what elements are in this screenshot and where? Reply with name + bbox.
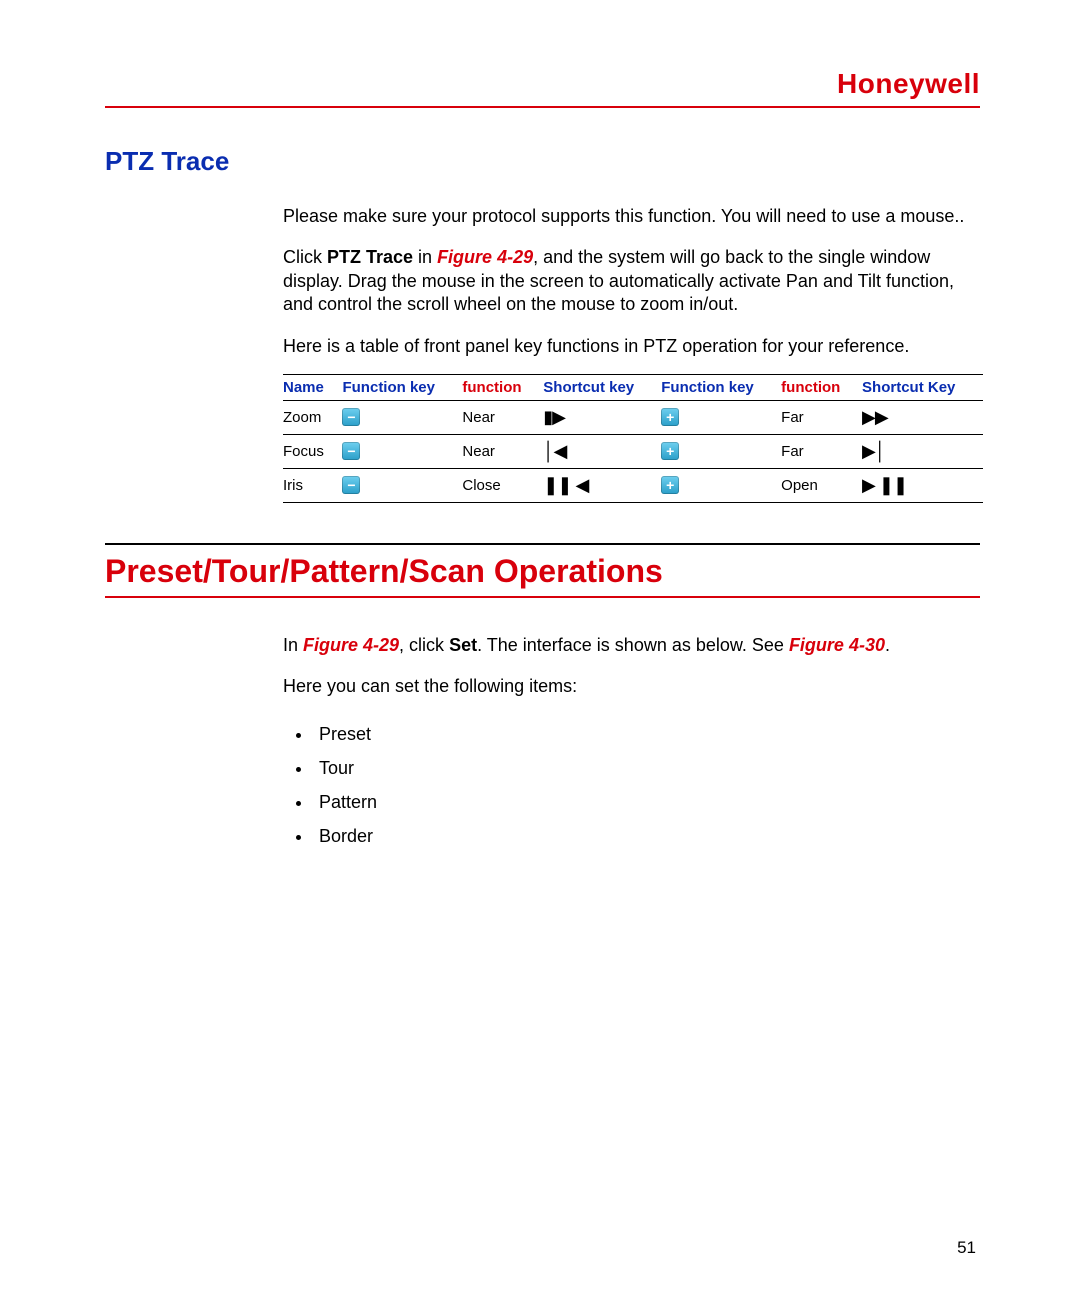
cell-fk1: − [342, 434, 462, 468]
brand-logo: Honeywell [837, 68, 980, 99]
section-title-ptz-trace: PTZ Trace [105, 146, 980, 177]
table-header-row: Name Function key function Shortcut key … [283, 374, 983, 400]
cell-name: Zoom [283, 400, 342, 434]
cell-sc2: ▶▶ [862, 400, 983, 434]
cell-fn1: Near [462, 400, 543, 434]
cell-fn2: Far [781, 434, 862, 468]
cell-fk1: − [342, 468, 462, 502]
cell-sc1: │◀ [543, 434, 661, 468]
cell-name: Focus [283, 434, 342, 468]
page-number: 51 [957, 1238, 976, 1258]
cell-fn2: Open [781, 468, 862, 502]
ptz-paragraph-3: Here is a table of front panel key funct… [283, 335, 980, 358]
plus-icon: + [661, 442, 679, 460]
page-header: Honeywell [105, 68, 980, 108]
text: , click [399, 635, 449, 655]
section-title-operations: Preset/Tour/Pattern/Scan Operations [105, 553, 980, 598]
text: In [283, 635, 303, 655]
col-function-2: function [781, 374, 862, 400]
text-bold: Set [449, 635, 477, 655]
cell-sc2: ▶ ❚❚ [862, 468, 983, 502]
text: . The interface is shown as below. See [477, 635, 789, 655]
col-function-key-2: Function key [661, 374, 781, 400]
table-row: Zoom − Near ▮▶ + Far ▶▶ [283, 400, 983, 434]
minus-icon: − [342, 476, 360, 494]
figure-reference: Figure 4-30 [789, 635, 885, 655]
text: . [885, 635, 890, 655]
ptz-paragraph-2: Click PTZ Trace in Figure 4-29, and the … [283, 246, 980, 316]
list-item: Tour [313, 751, 980, 785]
cell-sc1: ❚❚ ◀ [543, 468, 661, 502]
plus-icon: + [661, 476, 679, 494]
text-bold: PTZ Trace [327, 247, 413, 267]
list-item: Pattern [313, 785, 980, 819]
list-item: Border [313, 819, 980, 853]
cell-sc1: ▮▶ [543, 400, 661, 434]
minus-icon: − [342, 442, 360, 460]
col-shortcut-key-1: Shortcut key [543, 374, 661, 400]
ops-item-list: Preset Tour Pattern Border [283, 717, 980, 854]
minus-icon: − [342, 408, 360, 426]
figure-reference: Figure 4-29 [437, 247, 533, 267]
page: Honeywell PTZ Trace Please make sure you… [0, 0, 1080, 1308]
ptz-function-table: Name Function key function Shortcut key … [283, 374, 983, 503]
cell-fn2: Far [781, 400, 862, 434]
plus-icon: + [661, 408, 679, 426]
ops-paragraph-2: Here you can set the following items: [283, 675, 980, 698]
cell-fk2: + [661, 400, 781, 434]
col-function-key-1: Function key [342, 374, 462, 400]
cell-fn1: Close [462, 468, 543, 502]
cell-sc2: ▶│ [862, 434, 983, 468]
list-item: Preset [313, 717, 980, 751]
ops-paragraph-1: In Figure 4-29, click Set. The interface… [283, 634, 980, 657]
section-divider [105, 543, 980, 545]
table-row: Iris − Close ❚❚ ◀ + Open ▶ ❚❚ [283, 468, 983, 502]
figure-reference: Figure 4-29 [303, 635, 399, 655]
text: Click [283, 247, 327, 267]
table-row: Focus − Near │◀ + Far ▶│ [283, 434, 983, 468]
col-name: Name [283, 374, 342, 400]
cell-fk2: + [661, 434, 781, 468]
cell-fn1: Near [462, 434, 543, 468]
text: in [413, 247, 437, 267]
cell-fk1: − [342, 400, 462, 434]
ptz-paragraph-1: Please make sure your protocol supports … [283, 205, 980, 228]
cell-fk2: + [661, 468, 781, 502]
col-function-1: function [462, 374, 543, 400]
cell-name: Iris [283, 468, 342, 502]
col-shortcut-key-2: Shortcut Key [862, 374, 983, 400]
